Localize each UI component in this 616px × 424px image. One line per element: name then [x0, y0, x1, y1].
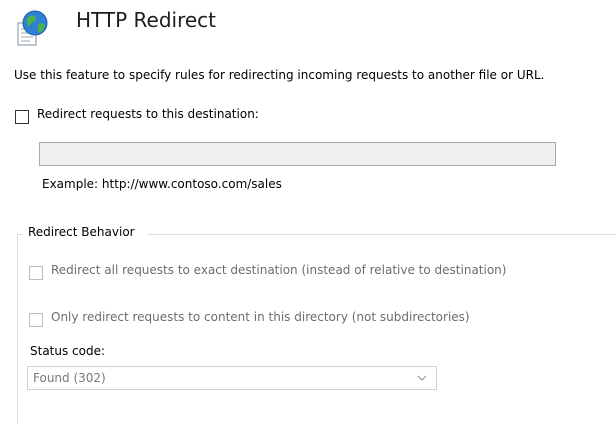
directory-only-label[interactable]: Only redirect requests to content in thi…: [51, 310, 470, 324]
status-code-select[interactable]: Found (302): [27, 366, 437, 390]
group-border: [148, 234, 616, 235]
destination-url-input[interactable]: [39, 142, 556, 166]
redirect-requests-checkbox[interactable]: [15, 110, 29, 124]
status-code-label: Status code:: [30, 344, 106, 358]
exact-destination-label[interactable]: Redirect all requests to exact destinati…: [51, 263, 506, 277]
group-border: [17, 234, 18, 424]
http-redirect-icon: [16, 9, 50, 47]
directory-only-checkbox[interactable]: [29, 313, 43, 327]
redirect-behavior-group-title: Redirect Behavior: [26, 225, 137, 239]
exact-destination-checkbox[interactable]: [29, 266, 43, 280]
chevron-down-icon: [416, 372, 428, 384]
destination-example-text: Example: http://www.contoso.com/sales: [42, 177, 282, 191]
status-code-value: Found (302): [33, 371, 106, 385]
redirect-requests-label[interactable]: Redirect requests to this destination:: [37, 107, 259, 121]
page-title: HTTP Redirect: [76, 8, 217, 32]
feature-description: Use this feature to specify rules for re…: [14, 68, 545, 82]
